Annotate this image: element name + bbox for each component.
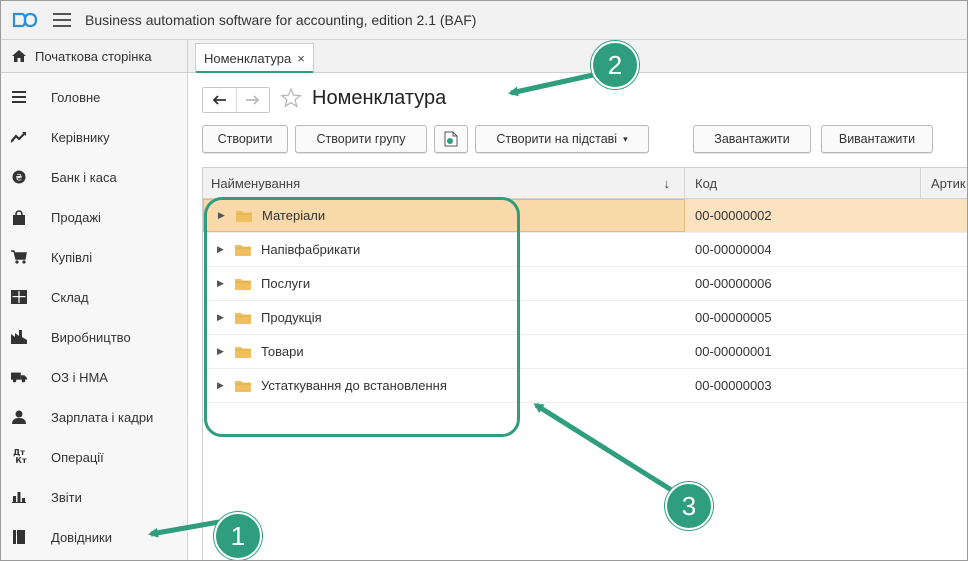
annotation-badge-2: 2 bbox=[591, 41, 639, 89]
annotation-badge-1: 1 bbox=[214, 512, 262, 560]
app-window: Business automation software for account… bbox=[0, 0, 968, 561]
annotation-arrows bbox=[148, 72, 675, 538]
arrow-3 bbox=[533, 402, 675, 494]
arrow-2 bbox=[508, 72, 594, 97]
arrow-1 bbox=[148, 519, 220, 538]
annotation-badge-3: 3 bbox=[665, 482, 713, 530]
